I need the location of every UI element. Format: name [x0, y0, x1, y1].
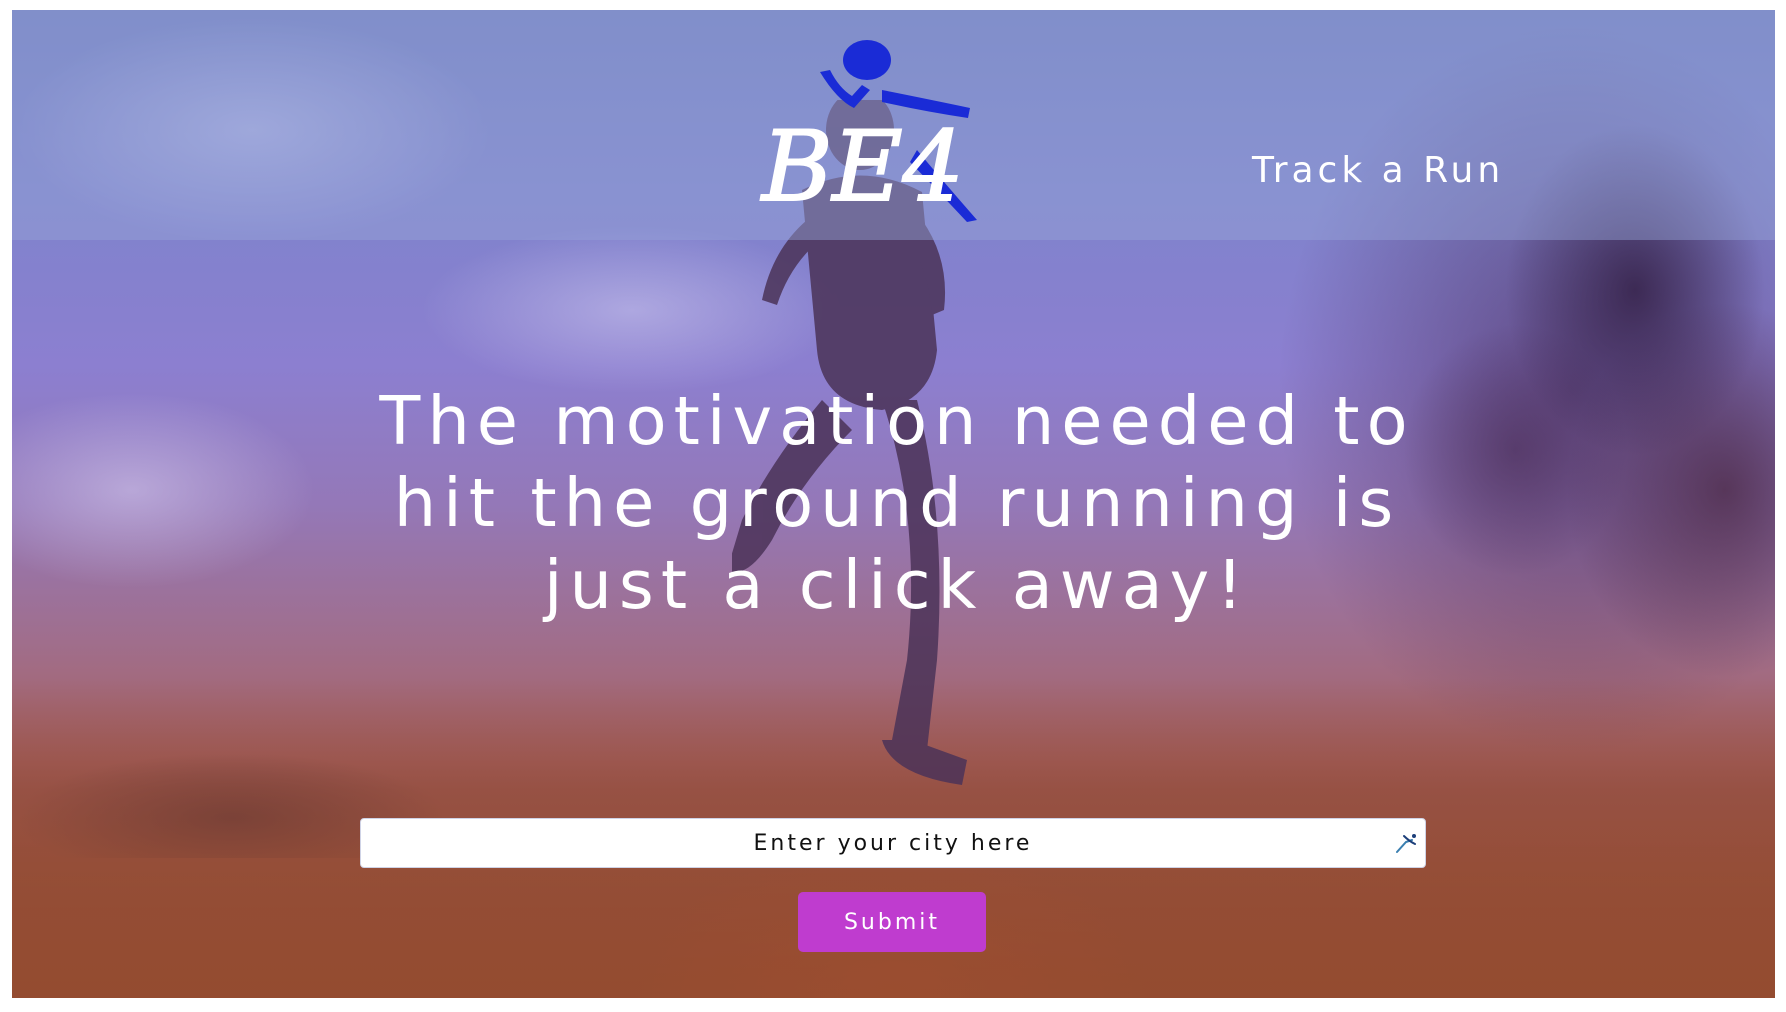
- be4-runner-logo-icon[interactable]: BE4: [742, 30, 992, 230]
- submit-button[interactable]: Submit: [798, 892, 986, 952]
- logo-text: BE4: [760, 111, 964, 223]
- location-runner-icon: [1396, 834, 1416, 853]
- hero-headline: The motivation needed to hit the ground …: [379, 382, 1415, 624]
- track-a-run-link[interactable]: Track a Run: [1252, 150, 1504, 191]
- city-search-input[interactable]: [360, 818, 1426, 868]
- hero-background: BE4 Track a Run The motivation needed to…: [12, 10, 1775, 998]
